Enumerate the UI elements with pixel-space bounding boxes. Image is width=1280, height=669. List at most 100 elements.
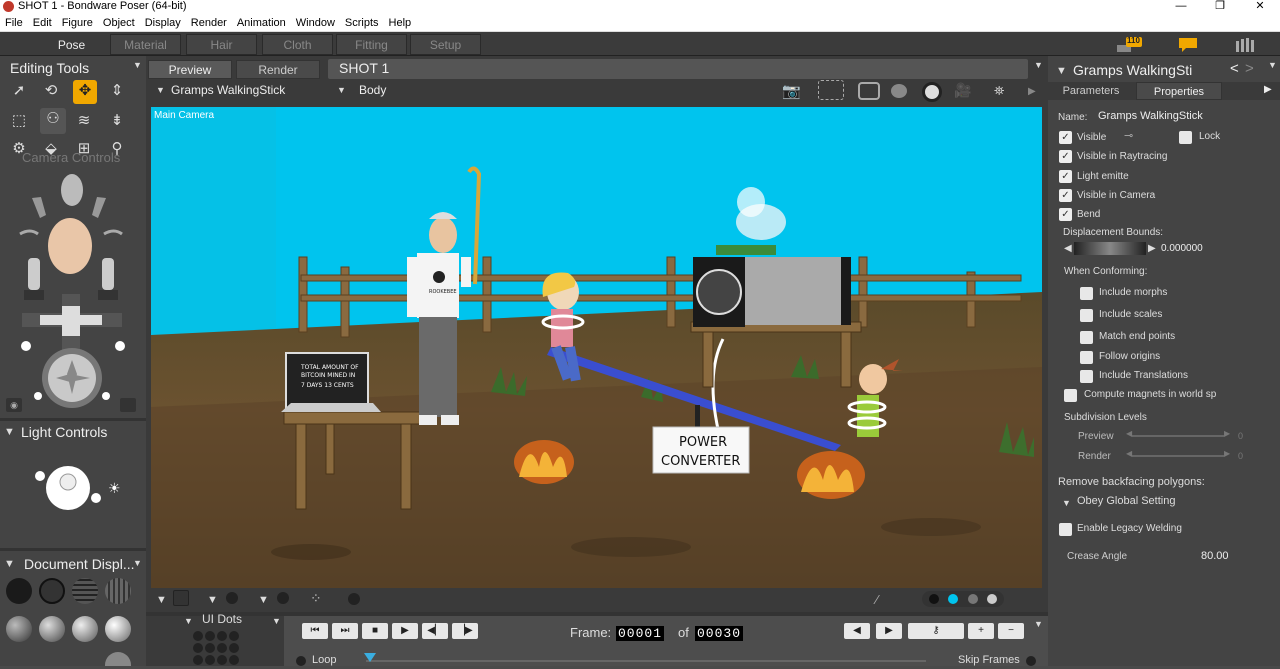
maximize-button[interactable]: ❐ xyxy=(1205,0,1235,14)
next-actor-icon[interactable]: > xyxy=(1245,60,1254,77)
skip-frames-toggle[interactable] xyxy=(1026,656,1036,666)
tab-pose[interactable]: Pose xyxy=(36,34,107,55)
obey-global-dropdown[interactable]: Obey Global Setting xyxy=(1077,495,1175,507)
prev-key-button[interactable]: ◀ xyxy=(844,623,870,639)
total-frames-field[interactable]: 00030 xyxy=(695,626,744,641)
toolbar-scroll-icon[interactable]: ▶ xyxy=(1028,86,1036,97)
sphere-render-icon[interactable] xyxy=(922,82,942,102)
displacement-value[interactable]: 0.000000 xyxy=(1161,243,1203,254)
light-controls-collapse-icon[interactable]: ▼ xyxy=(4,426,15,438)
toon-style-icon[interactable] xyxy=(105,652,131,666)
menu-render[interactable]: Render xyxy=(186,14,232,32)
menu-object[interactable]: Object xyxy=(98,14,140,32)
translate-tool-icon[interactable]: ✥ xyxy=(73,80,97,104)
panel-collapse-icon[interactable]: ▼ xyxy=(1056,65,1067,77)
actor-select-dropdown[interactable]: Body xyxy=(359,83,386,97)
next-key-button[interactable]: ▶ xyxy=(876,623,902,639)
menu-figure[interactable]: Figure xyxy=(57,14,98,32)
select-tool-icon[interactable]: ➚ xyxy=(8,80,30,102)
menu-scripts[interactable]: Scripts xyxy=(340,14,384,32)
twist-tool-icon[interactable]: ≋ xyxy=(73,110,95,132)
bg-white-swatch[interactable] xyxy=(987,594,997,604)
match-end-points-checkbox[interactable] xyxy=(1080,331,1093,344)
stop-button[interactable]: ■ xyxy=(362,623,388,639)
area-render-icon[interactable] xyxy=(818,80,844,100)
bend-checkbox[interactable]: ✓ xyxy=(1059,208,1072,221)
visible-checkbox[interactable]: ✓ xyxy=(1059,131,1072,144)
direct-manipulation-icon[interactable]: ⇟ xyxy=(106,110,128,132)
light-controls-widget[interactable]: ☀ xyxy=(32,460,132,516)
prev-keyframe-button[interactable]: ⏭ xyxy=(332,623,358,639)
chat-icon[interactable] xyxy=(1178,37,1198,52)
menu-window[interactable]: Window xyxy=(291,14,340,32)
subdivision-preview-slider[interactable] xyxy=(1132,435,1224,437)
remove-keyframe-button[interactable]: − xyxy=(998,623,1024,639)
visible-camera-checkbox[interactable]: ✓ xyxy=(1059,189,1072,202)
silhouette-style-icon[interactable] xyxy=(6,578,32,604)
keyframes-button[interactable]: ⚷ xyxy=(908,623,964,639)
panel-menu-icon[interactable]: ▼ xyxy=(133,60,142,70)
displacement-decrement-icon[interactable]: ◀ xyxy=(1064,243,1072,254)
outline-style-icon[interactable] xyxy=(39,578,65,604)
ground-plane-icon[interactable] xyxy=(348,593,360,605)
material-icon[interactable] xyxy=(891,84,907,98)
visible-raytracing-checkbox[interactable]: ✓ xyxy=(1059,150,1072,163)
prev-actor-icon[interactable]: < xyxy=(1230,60,1239,77)
last-frame-button[interactable]: ▕▶ xyxy=(452,623,478,639)
bg-cyan-swatch[interactable] xyxy=(948,594,958,604)
texture-shaded-style-icon[interactable] xyxy=(105,616,131,642)
display-style-menu-icon[interactable]: ▼ xyxy=(156,594,167,606)
document-menu-icon[interactable]: ▼ xyxy=(1034,60,1043,70)
tab-preview[interactable]: Preview xyxy=(148,60,232,79)
displacement-increment-icon[interactable]: ▶ xyxy=(1148,243,1156,254)
light-emitter-checkbox[interactable]: ✓ xyxy=(1059,170,1072,183)
3d-scene-view[interactable]: TOTAL AMOUNT OF BITCOIN MINED IN 7 DAYS … xyxy=(151,107,1042,588)
tab-hair[interactable]: Hair xyxy=(186,34,257,55)
wireframe-style-icon[interactable] xyxy=(72,578,98,604)
depth-cue-icon[interactable] xyxy=(226,592,238,604)
depth-cue-menu-icon[interactable]: ▼ xyxy=(207,594,218,606)
tabs-scroll-icon[interactable]: ▶ xyxy=(1264,84,1272,95)
tab-render[interactable]: Render xyxy=(236,60,320,79)
document-display-menu-icon[interactable]: ▼ xyxy=(133,558,142,568)
smooth-shaded-style-icon[interactable] xyxy=(72,616,98,642)
lock-checkbox[interactable] xyxy=(1179,131,1192,144)
bg-black-swatch[interactable] xyxy=(929,594,939,604)
menu-edit[interactable]: Edit xyxy=(28,14,57,32)
close-button[interactable]: ✕ xyxy=(1245,0,1275,14)
include-translations-checkbox[interactable] xyxy=(1080,370,1093,383)
menu-display[interactable]: Display xyxy=(140,14,186,32)
tab-properties[interactable]: Properties xyxy=(1136,82,1222,100)
people-icon[interactable]: ⛯ xyxy=(994,82,1016,100)
tab-setup[interactable]: Setup xyxy=(410,34,481,55)
ui-dots-menu-icon[interactable]: ▼ xyxy=(272,616,281,626)
follow-origins-checkbox[interactable] xyxy=(1080,351,1093,364)
library-books-icon[interactable] xyxy=(1234,37,1258,52)
flat-shaded-style-icon[interactable] xyxy=(39,616,65,642)
current-frame-field[interactable]: 00001 xyxy=(616,626,665,641)
taper-tool-icon[interactable]: ⬚ xyxy=(8,110,30,132)
timeline-track[interactable] xyxy=(366,660,926,662)
movie-camera-icon[interactable]: 🎥 xyxy=(954,80,980,100)
figure-select-dropdown[interactable]: Gramps WalkingStick xyxy=(171,83,285,97)
paintbrush-icon[interactable]: ⁄ xyxy=(876,592,894,607)
render-slider-right-icon[interactable]: ▶ xyxy=(1224,449,1230,458)
menu-file[interactable]: File xyxy=(0,14,28,32)
camera-lock-icon[interactable] xyxy=(120,398,136,412)
collision-icon[interactable]: ⁘ xyxy=(310,590,330,608)
legacy-welding-checkbox[interactable] xyxy=(1059,523,1072,536)
menu-help[interactable]: Help xyxy=(384,14,417,32)
panel-menu-icon[interactable]: ▼ xyxy=(1268,60,1277,70)
bg-gray-swatch[interactable] xyxy=(968,594,978,604)
first-frame-button[interactable]: ⏮ xyxy=(302,623,328,639)
tab-parameters[interactable]: Parameters xyxy=(1050,82,1132,100)
shadow-icon[interactable] xyxy=(277,592,289,604)
include-scales-checkbox[interactable] xyxy=(1080,309,1093,322)
camera-controls-widget[interactable] xyxy=(2,168,142,408)
play-button[interactable]: ▶ xyxy=(392,623,418,639)
add-keyframe-button[interactable]: + xyxy=(968,623,994,639)
camera-snapshot-icon[interactable]: ◉ xyxy=(6,398,22,412)
rotate-tool-icon[interactable]: ⟲ xyxy=(40,80,62,102)
loop-toggle[interactable] xyxy=(296,656,306,666)
document-display-collapse-icon[interactable]: ▼ xyxy=(4,558,15,570)
